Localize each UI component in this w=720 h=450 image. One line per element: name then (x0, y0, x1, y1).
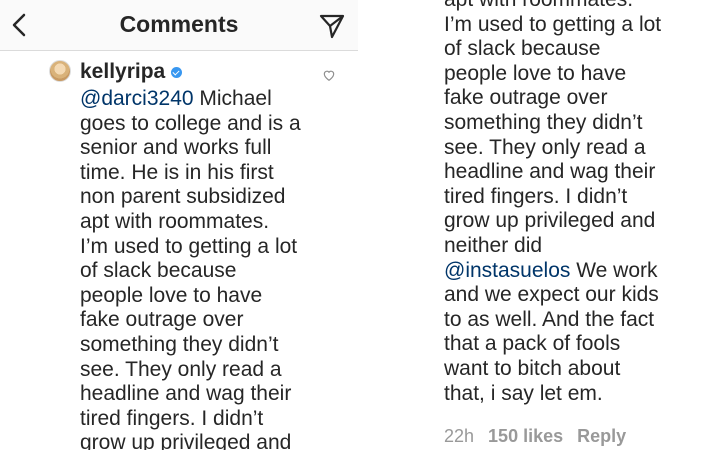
verified-badge-icon (171, 66, 183, 78)
mention-link[interactable]: @instasuelos (444, 259, 570, 282)
paper-plane-icon (319, 14, 345, 39)
comment-body: Michael goes to college and is a senior … (80, 87, 301, 450)
avatar[interactable] (49, 60, 71, 82)
comments-header: Comments (0, 0, 358, 51)
send-button[interactable] (318, 12, 346, 40)
comment-author[interactable]: kellyripa (80, 60, 183, 84)
comments-screen-left: Comments kellyripa @darci3240 Michael go… (0, 0, 358, 450)
comment-meta: 22h 150 likes Reply (444, 426, 626, 447)
comment-time: 22h (444, 426, 475, 446)
reply-button[interactable]: Reply (577, 426, 626, 447)
comments-screen-right: apt with roommates. I’m used to getting … (364, 0, 720, 450)
mention-link[interactable]: @darci3240 (80, 87, 194, 110)
like-button[interactable] (322, 68, 336, 82)
likes-count[interactable]: 150 likes (488, 426, 563, 447)
comment-text-continued: apt with roommates. I’m used to getting … (444, 0, 714, 406)
username[interactable]: kellyripa (80, 60, 165, 84)
heart-icon (323, 70, 335, 81)
comment-body: apt with roommates. I’m used to getting … (444, 0, 662, 257)
page-title: Comments (119, 11, 239, 37)
comment-text: @darci3240 Michael goes to college and i… (80, 87, 350, 450)
